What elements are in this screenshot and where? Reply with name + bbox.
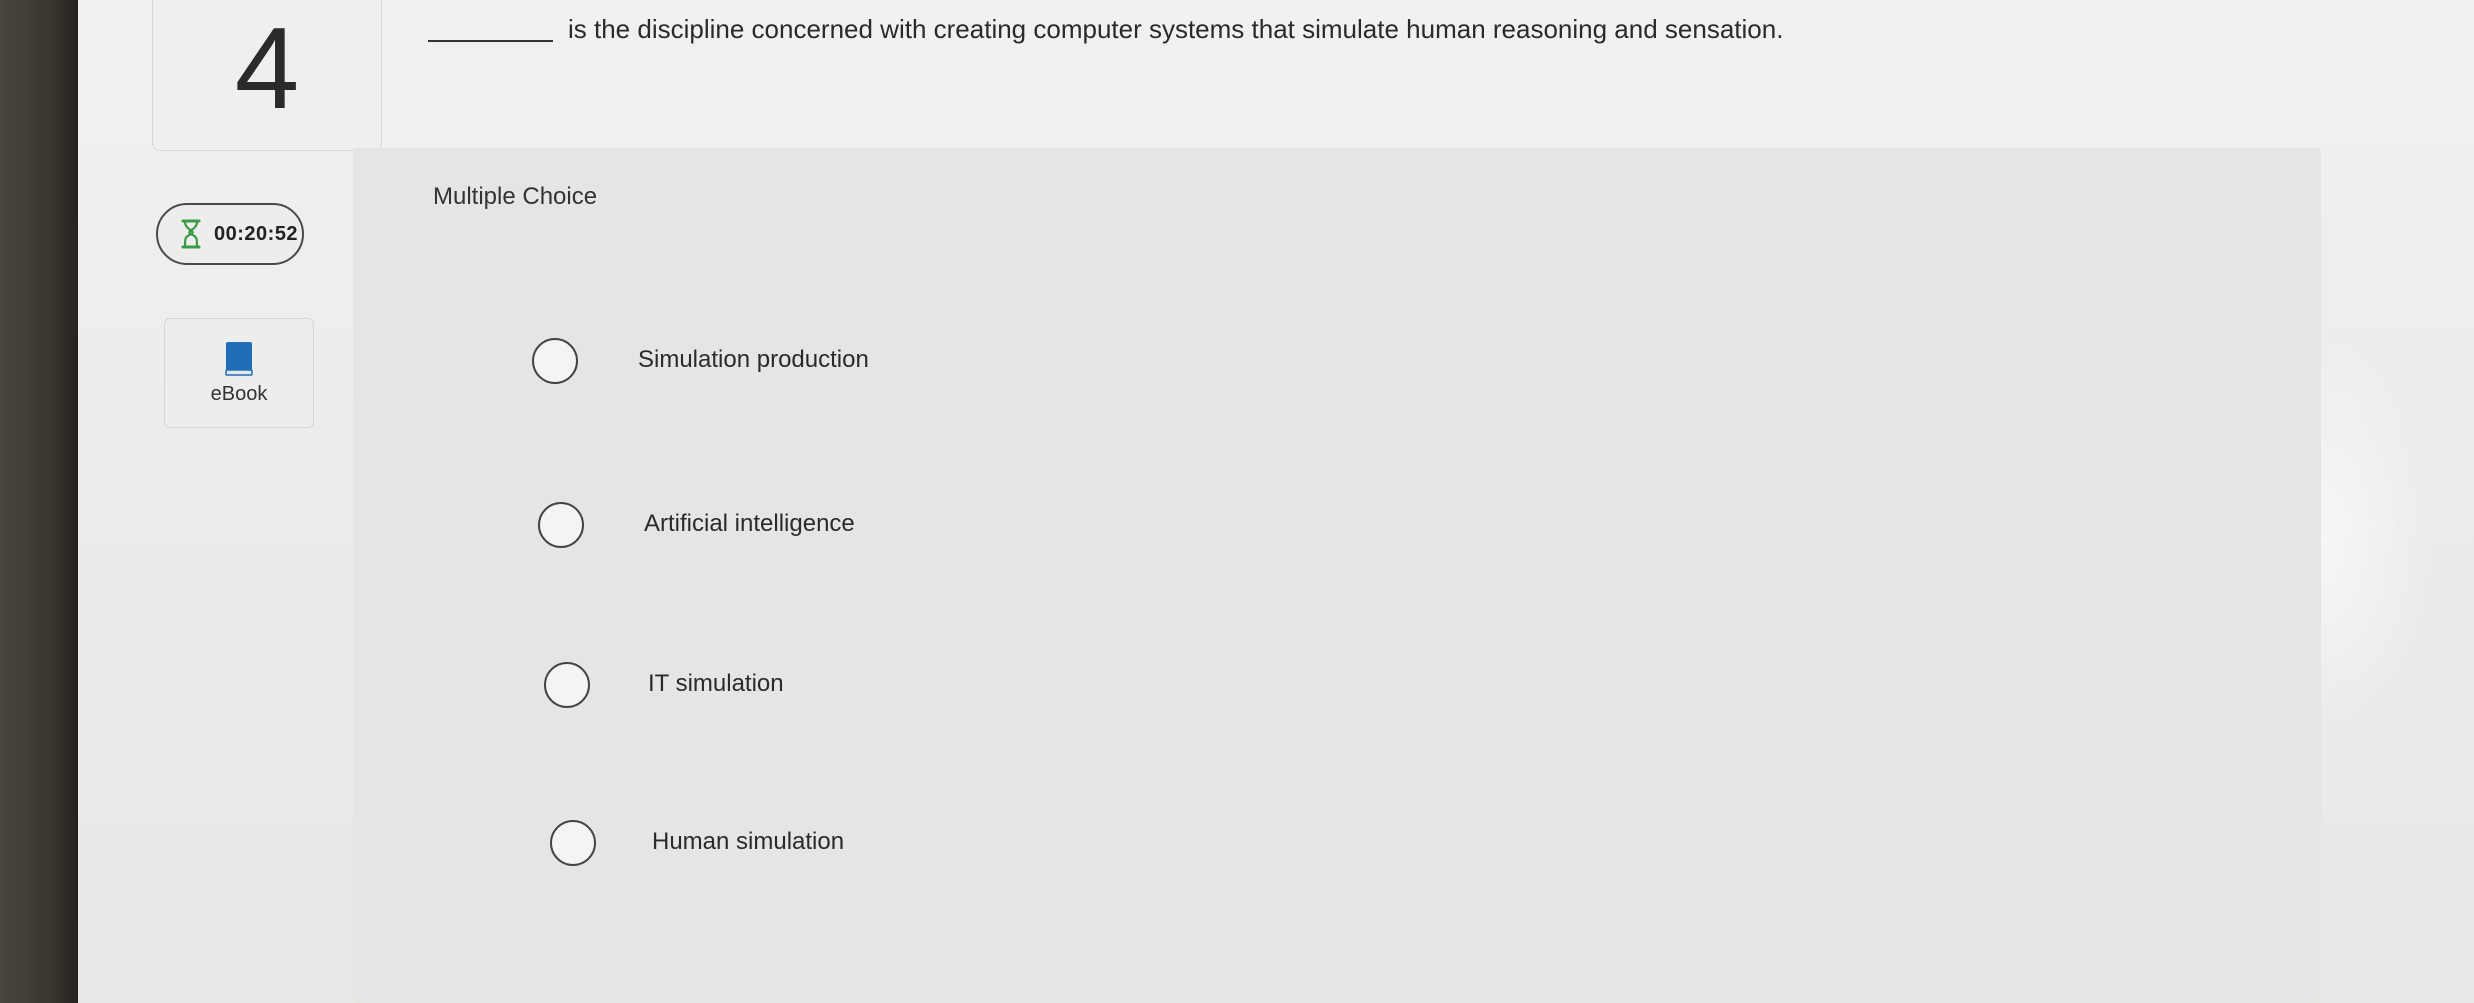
question-number: 4 [234, 3, 300, 133]
radio-button[interactable] [544, 662, 590, 708]
radio-button[interactable] [550, 820, 596, 866]
option-human-simulation[interactable]: Human simulation [450, 788, 1800, 908]
answer-blank [428, 40, 553, 42]
option-label: IT simulation [648, 670, 784, 697]
ebook-label: eBook [210, 383, 268, 405]
radio-button[interactable] [538, 502, 584, 548]
option-simulation-production[interactable]: Simulation production [450, 306, 1800, 426]
hourglass-icon [181, 219, 201, 249]
option-it-simulation[interactable]: IT simulation [450, 630, 1800, 750]
timer-value: 00:20:52 [214, 223, 299, 245]
question-text: is the discipline concerned with creatin… [568, 14, 1784, 44]
option-label: Simulation production [638, 346, 869, 373]
book-icon [225, 342, 253, 376]
timer-pill: 00:20:52 [156, 203, 304, 265]
radio-button[interactable] [532, 338, 578, 384]
question-type-label: Multiple Choice [433, 183, 598, 210]
ebook-button[interactable]: eBook [164, 318, 314, 428]
option-label: Human simulation [652, 828, 845, 855]
question-number-box: 4 [152, 0, 382, 151]
option-artificial-intelligence[interactable]: Artificial intelligence [450, 470, 1800, 590]
option-label: Artificial intelligence [644, 510, 855, 537]
